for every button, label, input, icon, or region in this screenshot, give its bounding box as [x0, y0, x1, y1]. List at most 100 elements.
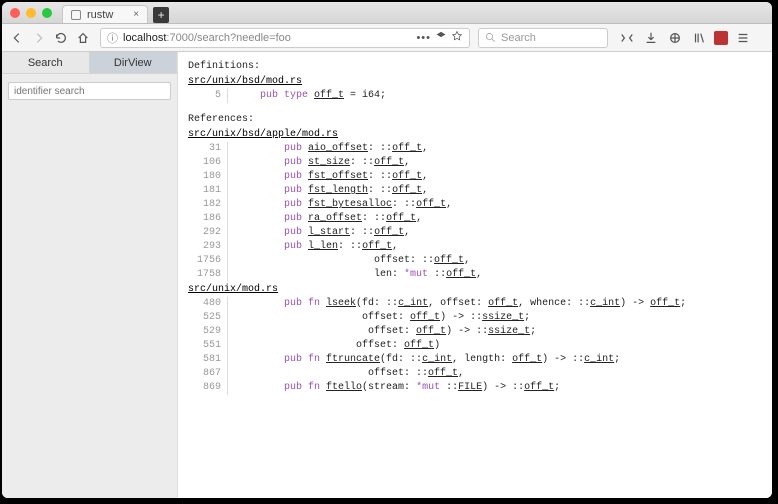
result-line[interactable]: 182 pub fst_bytesalloc: ::off_t,	[188, 198, 762, 212]
toolbar-right-icons	[618, 29, 752, 47]
url-port: :7000	[166, 32, 194, 44]
line-number: 5	[188, 89, 228, 103]
library-icon[interactable]	[690, 29, 708, 47]
line-number: 869	[188, 381, 228, 395]
traffic-lights	[10, 8, 52, 18]
reload-button[interactable]	[52, 29, 70, 47]
left-sidebar: Search DirView	[2, 52, 178, 498]
line-number: 180	[188, 170, 228, 184]
back-button[interactable]	[8, 29, 26, 47]
line-number: 1758	[188, 268, 228, 282]
result-line[interactable]: 551 offset: off_t)	[188, 339, 762, 353]
code-text: pub fn ftello(stream: *mut ::FILE) -> ::…	[228, 381, 560, 395]
downloads-icon[interactable]	[642, 29, 660, 47]
window-titlebar: rustw × +	[2, 2, 772, 24]
results-pane: Definitions:src/unix/bsd/mod.rs5 pub typ…	[178, 52, 772, 498]
home-button[interactable]	[74, 29, 92, 47]
search-placeholder: Search	[501, 32, 536, 44]
result-line[interactable]: 1756 offset: ::off_t,	[188, 254, 762, 268]
line-number: 293	[188, 240, 228, 254]
bookmark-star-icon[interactable]	[451, 30, 463, 45]
result-line[interactable]: 106 pub st_size: ::off_t,	[188, 156, 762, 170]
result-line[interactable]: 31 pub aio_offset: ::off_t,	[188, 142, 762, 156]
code-text: pub fn ftruncate(fd: ::c_int, length: of…	[228, 353, 620, 367]
code-text: offset: off_t) -> ::ssize_t;	[228, 325, 536, 339]
devtools-icon[interactable]	[618, 29, 636, 47]
line-number: 480	[188, 297, 228, 311]
zoom-window-button[interactable]	[42, 8, 52, 18]
definitions-heading: Definitions:	[188, 60, 762, 74]
code-text: pub l_len: ::off_t,	[228, 240, 398, 254]
result-line[interactable]: 869 pub fn ftello(stream: *mut ::FILE) -…	[188, 381, 762, 395]
result-file-path[interactable]: src/unix/bsd/mod.rs	[188, 75, 762, 89]
line-number: 581	[188, 353, 228, 367]
sidebar-tab-dirview[interactable]: DirView	[90, 52, 178, 74]
search-icon	[485, 32, 496, 43]
sidebar-tab-search[interactable]: Search	[2, 52, 90, 74]
result-line[interactable]: 186 pub ra_offset: ::off_t,	[188, 212, 762, 226]
line-number: 182	[188, 198, 228, 212]
extension-icon[interactable]	[666, 29, 684, 47]
browser-search-bar[interactable]: Search	[478, 28, 608, 48]
result-file-path[interactable]: src/unix/bsd/apple/mod.rs	[188, 128, 762, 142]
line-number: 551	[188, 339, 228, 353]
page-actions-icon[interactable]: •••	[416, 32, 431, 44]
code-text: offset: off_t)	[228, 339, 440, 353]
url-bar[interactable]: ⓘ localhost:7000/search?needle=foo •••	[100, 28, 470, 48]
references-heading: References:	[188, 113, 762, 127]
result-line[interactable]: 292 pub l_start: ::off_t,	[188, 226, 762, 240]
line-number: 31	[188, 142, 228, 156]
navigation-toolbar: ⓘ localhost:7000/search?needle=foo ••• S…	[2, 24, 772, 52]
result-line[interactable]: 293 pub l_len: ::off_t,	[188, 240, 762, 254]
code-text: pub ra_offset: ::off_t,	[228, 212, 422, 226]
code-text: pub st_size: ::off_t,	[228, 156, 410, 170]
tab-favicon	[71, 10, 81, 20]
result-line[interactable]: 581 pub fn ftruncate(fd: ::c_int, length…	[188, 353, 762, 367]
result-line[interactable]: 1758 len: *mut ::off_t,	[188, 268, 762, 282]
result-line[interactable]: 529 offset: off_t) -> ::ssize_t;	[188, 325, 762, 339]
identifier-search-input[interactable]	[8, 82, 171, 100]
line-number: 867	[188, 367, 228, 381]
reader-mode-icon[interactable]	[435, 30, 447, 45]
line-number: 106	[188, 156, 228, 170]
site-info-icon[interactable]: ⓘ	[107, 30, 118, 46]
browser-tab[interactable]: rustw ×	[62, 5, 148, 23]
code-text: offset: ::off_t,	[228, 254, 470, 268]
line-number: 525	[188, 311, 228, 325]
new-tab-button[interactable]: +	[153, 7, 169, 23]
minimize-window-button[interactable]	[26, 8, 36, 18]
code-text: pub type off_t = i64;	[228, 89, 386, 103]
line-number: 292	[188, 226, 228, 240]
result-line[interactable]: 181 pub fst_length: ::off_t,	[188, 184, 762, 198]
line-number: 181	[188, 184, 228, 198]
result-line[interactable]: 180 pub fst_offset: ::off_t,	[188, 170, 762, 184]
result-line[interactable]: 480 pub fn lseek(fd: ::c_int, offset: of…	[188, 297, 762, 311]
url-path: /search?needle=foo	[194, 32, 291, 44]
code-text: pub l_start: ::off_t,	[228, 226, 410, 240]
code-text: pub aio_offset: ::off_t,	[228, 142, 428, 156]
pinned-extension-icon[interactable]	[714, 31, 728, 45]
result-line[interactable]: 867 offset: ::off_t,	[188, 367, 762, 381]
app-menu-icon[interactable]	[734, 29, 752, 47]
browser-window: rustw × + ⓘ localhost:7000/search?needle…	[2, 2, 772, 498]
code-text: offset: off_t) -> ::ssize_t;	[228, 311, 530, 325]
tab-close-icon[interactable]: ×	[133, 9, 139, 20]
forward-button[interactable]	[30, 29, 48, 47]
code-text: offset: ::off_t,	[228, 367, 464, 381]
line-number: 1756	[188, 254, 228, 268]
close-window-button[interactable]	[10, 8, 20, 18]
url-host: localhost	[123, 32, 166, 44]
result-line[interactable]: 5 pub type off_t = i64;	[188, 89, 762, 103]
tab-title: rustw	[87, 9, 113, 21]
result-line[interactable]: 525 offset: off_t) -> ::ssize_t;	[188, 311, 762, 325]
code-text: pub fst_length: ::off_t,	[228, 184, 428, 198]
sidebar-tabs: Search DirView	[2, 52, 177, 74]
code-text: len: *mut ::off_t,	[228, 268, 482, 282]
tab-strip: rustw × +	[62, 2, 169, 23]
line-number: 529	[188, 325, 228, 339]
result-file-path[interactable]: src/unix/mod.rs	[188, 283, 762, 297]
code-text: pub fst_offset: ::off_t,	[228, 170, 428, 184]
sidebar-search-wrap	[8, 82, 171, 100]
line-number: 186	[188, 212, 228, 226]
page-content: Search DirView Definitions:src/unix/bsd/…	[2, 52, 772, 498]
